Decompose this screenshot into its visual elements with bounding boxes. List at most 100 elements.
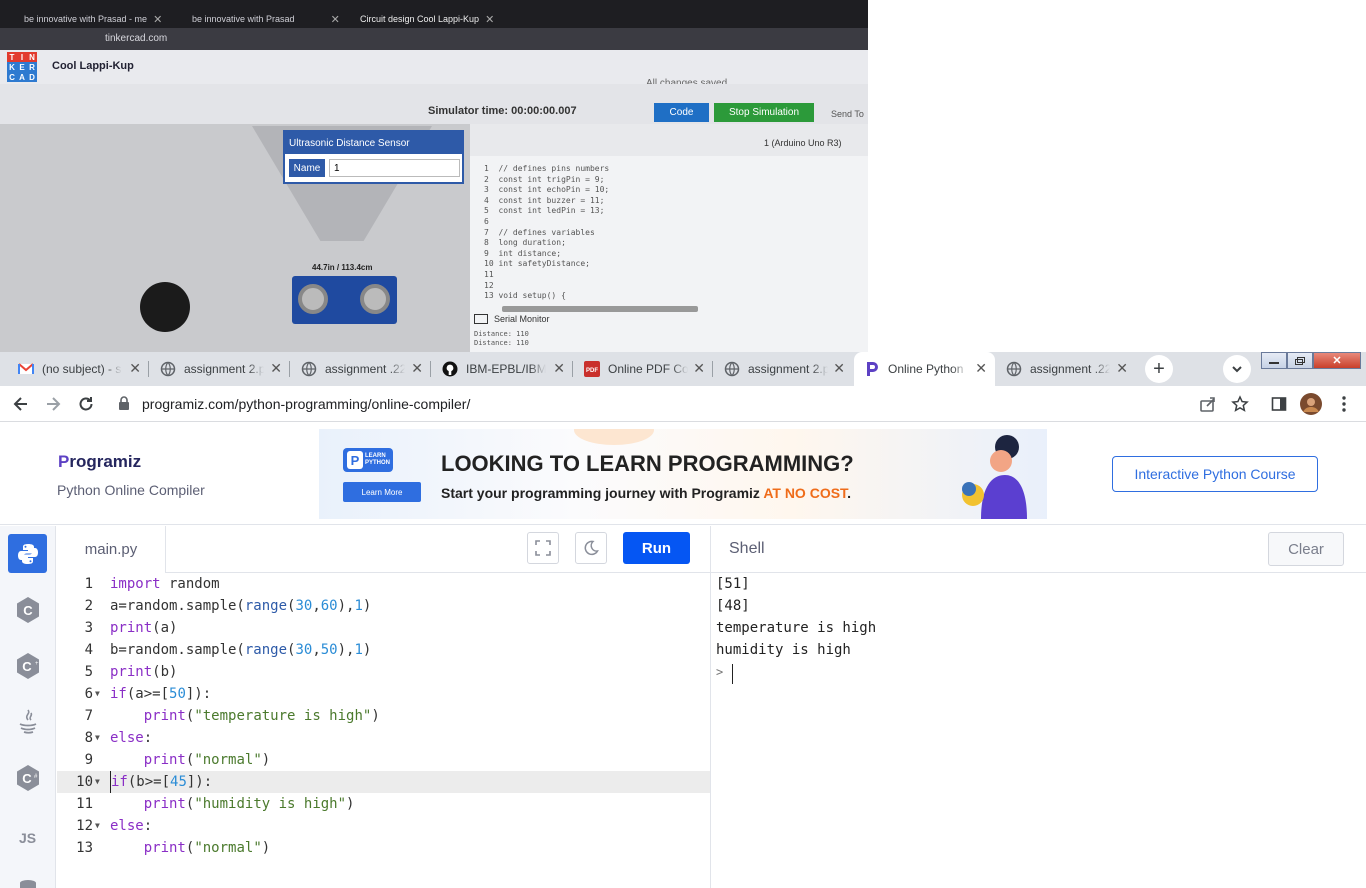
close-icon[interactable]: ✕	[553, 360, 565, 376]
line-number: 1	[84, 576, 93, 592]
shell-output[interactable]: [51] [48] temperature is high humidity i…	[716, 573, 1356, 888]
lang-python[interactable]	[8, 534, 47, 573]
popup-title: Ultrasonic Distance Sensor	[285, 132, 462, 154]
moon-icon	[584, 540, 599, 556]
dark-mode-button[interactable]	[575, 532, 607, 564]
tinkercad-logo: TIN KER CAD	[7, 52, 37, 82]
restore-button[interactable]	[1287, 352, 1313, 369]
clear-button[interactable]: Clear	[1268, 532, 1344, 566]
window-close-button[interactable]: ✕	[1313, 352, 1361, 369]
globe-icon	[160, 361, 176, 377]
minimize-button[interactable]	[1261, 352, 1287, 369]
learn-python-logo: P LEARN PYTHON	[343, 448, 393, 472]
close-icon[interactable]: ✕	[411, 360, 423, 376]
back-button[interactable]	[10, 393, 32, 415]
send-to-button: Send To	[831, 109, 864, 119]
close-icon[interactable]: ✕	[129, 360, 141, 376]
reload-button[interactable]	[75, 393, 97, 415]
interactive-course-button[interactable]: Interactive Python Course	[1112, 456, 1318, 492]
ultrasonic-sensor	[292, 276, 397, 324]
forward-arrow-icon	[47, 397, 61, 411]
java-icon	[19, 709, 36, 734]
line-number: 4	[84, 642, 93, 658]
shell-title: Shell	[729, 540, 765, 557]
code-line: 1 import random	[57, 573, 710, 595]
browser-tab[interactable]: Online Python ✕	[854, 352, 995, 386]
ad-logo-text: LEARN PYTHON	[365, 453, 390, 467]
fold-arrow-icon[interactable]: ▼	[95, 771, 100, 793]
browser-tab[interactable]: PDF Online PDF Co ✕	[574, 352, 713, 386]
browser-tab[interactable]: IBM-EPBL/IBM ✕	[432, 352, 573, 386]
browser-tab[interactable]: assignment 2.p ✕	[714, 352, 853, 386]
shell-line: [48]	[716, 598, 750, 614]
share-button[interactable]	[1197, 393, 1219, 415]
shell-line: [51]	[716, 576, 750, 592]
lang-csharp[interactable]: C #	[8, 758, 47, 797]
browser-tab[interactable]: assignment .22 ✕	[996, 352, 1136, 386]
bookmark-button[interactable]	[1229, 393, 1251, 415]
cpp-icon: C +	[16, 652, 39, 679]
advertisement-banner[interactable]: P LEARN PYTHON Learn More LOOKING TO LEARN…	[319, 429, 1047, 519]
line-number: 11	[76, 796, 93, 812]
tab-label: IBM-EPBL/IBM	[466, 362, 546, 376]
panel-divider[interactable]	[710, 526, 711, 888]
text-cursor	[732, 664, 733, 684]
fullscreen-button[interactable]	[527, 532, 559, 564]
editor-header: main.py Run	[57, 526, 710, 573]
forward-button[interactable]	[42, 393, 64, 415]
tab-separator	[572, 361, 573, 377]
ad-decoration	[574, 429, 654, 445]
side-panel-button[interactable]	[1268, 393, 1290, 415]
code-text: a=random.sample(range(30,60),1)	[110, 598, 372, 614]
photo-tab: be innovative with Prasad - me ✕	[24, 8, 162, 30]
code-text: print(b)	[110, 664, 178, 680]
project-title: Cool Lappi-Kup	[52, 60, 134, 72]
run-button[interactable]: Run	[623, 532, 690, 564]
lock-icon[interactable]	[118, 396, 130, 415]
browser-menu-button[interactable]	[1333, 393, 1355, 415]
code-line: 7 print("temperature is high")	[57, 705, 710, 727]
lang-sql[interactable]	[8, 870, 47, 888]
code-text: print(a)	[110, 620, 178, 636]
code-text: if(a>=[50]):	[110, 686, 212, 702]
browser-tab[interactable]: assignment .22 ✕	[291, 352, 431, 386]
close-icon[interactable]: ✕	[693, 360, 705, 376]
lang-java[interactable]	[8, 702, 47, 741]
close-icon[interactable]: ✕	[833, 360, 845, 376]
js-icon: JS	[18, 829, 37, 846]
svg-text:C: C	[23, 603, 33, 618]
code-line: 11 print("humidity is high")	[57, 793, 710, 815]
globe-icon	[724, 361, 740, 377]
code-text: print("normal")	[143, 840, 271, 856]
line-number: 2	[84, 598, 93, 614]
close-icon[interactable]: ✕	[270, 360, 282, 376]
profile-avatar[interactable]	[1300, 393, 1322, 415]
browser-toolbar: programiz.com/python-programming/online-…	[0, 386, 1366, 422]
svg-text:+: +	[35, 661, 39, 667]
line-number: 8	[84, 730, 93, 746]
code-editor[interactable]: 1 import random 2 a=random.sample(range(30…	[57, 573, 710, 888]
lang-js[interactable]: JS	[8, 818, 47, 857]
fold-arrow-icon[interactable]: ▼	[95, 815, 100, 837]
new-tab-button[interactable]: +	[1145, 355, 1173, 383]
close-icon: ✕	[153, 13, 163, 26]
fold-arrow-icon[interactable]: ▼	[95, 727, 100, 749]
close-icon: ✕	[485, 13, 495, 26]
programiz-p-icon: P	[347, 451, 363, 469]
programiz-logo[interactable]: Programiz	[58, 452, 141, 472]
browser-tab[interactable]: assignment 2.p ✕	[150, 352, 290, 386]
code-line: 6 ▼ if(a>=[50]):	[57, 683, 710, 705]
star-icon	[1231, 395, 1249, 412]
tab-search-button[interactable]	[1223, 355, 1251, 383]
close-icon[interactable]: ✕	[975, 360, 987, 376]
close-icon[interactable]: ✕	[1116, 360, 1128, 376]
browser-tab[interactable]: (no subject) - s ✕	[8, 352, 149, 386]
fold-arrow-icon[interactable]: ▼	[95, 683, 100, 705]
address-bar[interactable]: programiz.com/python-programming/online-…	[142, 396, 470, 412]
ad-subtext-main: Start your programming journey with Prog…	[441, 485, 764, 501]
learn-more-button[interactable]: Learn More	[343, 482, 421, 502]
file-tab-main-py[interactable]: main.py	[57, 526, 166, 573]
tab-label: Online PDF Co	[608, 362, 688, 376]
lang-c[interactable]: C	[8, 590, 47, 629]
lang-cpp[interactable]: C +	[8, 646, 47, 685]
